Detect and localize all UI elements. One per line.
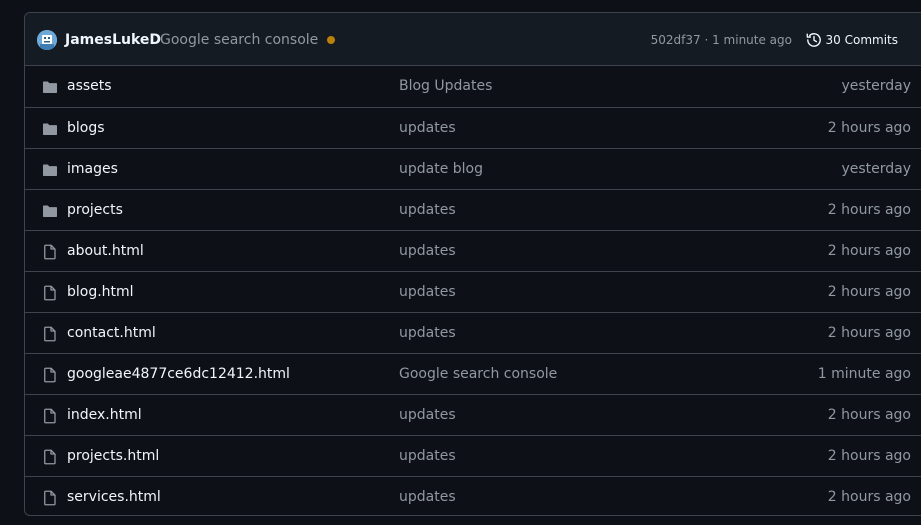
file-commit-message-link[interactable]: updates (399, 406, 456, 424)
folder-name-link[interactable]: assets (67, 77, 112, 95)
file-row[interactable]: contact.html updates 2 hours ago (25, 312, 921, 353)
file-name-link[interactable]: contact.html (67, 324, 156, 342)
commit-status-indicator[interactable] (327, 36, 335, 44)
history-icon (806, 32, 822, 48)
folder-icon (42, 162, 58, 178)
file-commit-message-link[interactable]: updates (399, 447, 456, 465)
file-icon (42, 367, 58, 383)
file-commit-message-link[interactable]: updates (399, 488, 456, 506)
file-commit-time: 2 hours ago (827, 325, 911, 341)
file-icon (42, 449, 58, 465)
file-commit-message-link[interactable]: updates (399, 119, 456, 137)
file-row[interactable]: index.html updates 2 hours ago (25, 394, 921, 435)
folder-name-link[interactable]: images (67, 160, 118, 178)
file-list: assets Blog Updates yesterday blogs updates 2… (25, 66, 921, 515)
file-commit-time: 2 hours ago (827, 120, 911, 136)
latest-commit-bar: JamesLukeD Google search console 502df37… (25, 13, 921, 66)
commit-hash-and-time[interactable]: 502df37 · 1 minute ago (651, 32, 792, 48)
file-commit-time: 2 hours ago (827, 448, 911, 464)
file-icon (42, 244, 58, 260)
file-row[interactable]: assets Blog Updates yesterday (25, 66, 921, 107)
author-avatar[interactable] (37, 30, 57, 50)
folder-icon (42, 121, 58, 137)
folder-name-link[interactable]: blogs (67, 119, 105, 137)
commits-count-label: 30 Commits (825, 33, 898, 47)
file-commit-message-link[interactable]: updates (399, 324, 456, 342)
file-commit-time: 2 hours ago (827, 202, 911, 218)
file-row[interactable]: blog.html updates 2 hours ago (25, 271, 921, 312)
folder-icon (42, 203, 58, 219)
folder-name-link[interactable]: projects (67, 201, 123, 219)
file-commit-message-link[interactable]: updates (399, 242, 456, 260)
file-name-link[interactable]: googleae4877ce6dc12412.html (67, 365, 290, 383)
commits-history-link[interactable]: 30 Commits (806, 29, 898, 51)
file-icon (42, 285, 58, 301)
file-icon (42, 408, 58, 424)
file-name-link[interactable]: about.html (67, 242, 144, 260)
file-row[interactable]: about.html updates 2 hours ago (25, 230, 921, 271)
file-name-link[interactable]: index.html (67, 406, 142, 424)
file-commit-message-link[interactable]: Blog Updates (399, 77, 492, 95)
folder-icon (42, 79, 58, 95)
file-name-link[interactable]: services.html (67, 488, 161, 506)
file-name-link[interactable]: blog.html (67, 283, 134, 301)
file-row[interactable]: googleae4877ce6dc12412.html Google search… (25, 353, 921, 394)
file-row[interactable]: blogs updates 2 hours ago (25, 107, 921, 148)
file-row[interactable]: projects.html updates 2 hours ago (25, 435, 921, 476)
file-commit-time: 1 minute ago (817, 366, 911, 382)
file-commit-message-link[interactable]: update blog (399, 160, 483, 178)
file-row[interactable]: services.html updates 2 hours ago (25, 476, 921, 515)
file-commit-time: yesterday (841, 78, 911, 94)
file-commit-time: 2 hours ago (827, 489, 911, 505)
file-commit-time: yesterday (841, 161, 911, 177)
file-row[interactable]: images update blog yesterday (25, 148, 921, 189)
file-browser-table: JamesLukeD Google search console 502df37… (24, 12, 921, 516)
file-commit-message-link[interactable]: updates (399, 201, 456, 219)
file-commit-time: 2 hours ago (827, 407, 911, 423)
latest-commit-message[interactable]: Google search console (160, 31, 318, 49)
file-commit-time: 2 hours ago (827, 243, 911, 259)
file-name-link[interactable]: projects.html (67, 447, 159, 465)
file-icon (42, 490, 58, 506)
file-row[interactable]: projects updates 2 hours ago (25, 189, 921, 230)
file-commit-message-link[interactable]: updates (399, 283, 456, 301)
file-icon (42, 326, 58, 342)
file-commit-message-link[interactable]: Google search console (399, 365, 557, 383)
file-commit-time: 2 hours ago (827, 284, 911, 300)
commit-author-link[interactable]: JamesLukeD (65, 31, 161, 49)
